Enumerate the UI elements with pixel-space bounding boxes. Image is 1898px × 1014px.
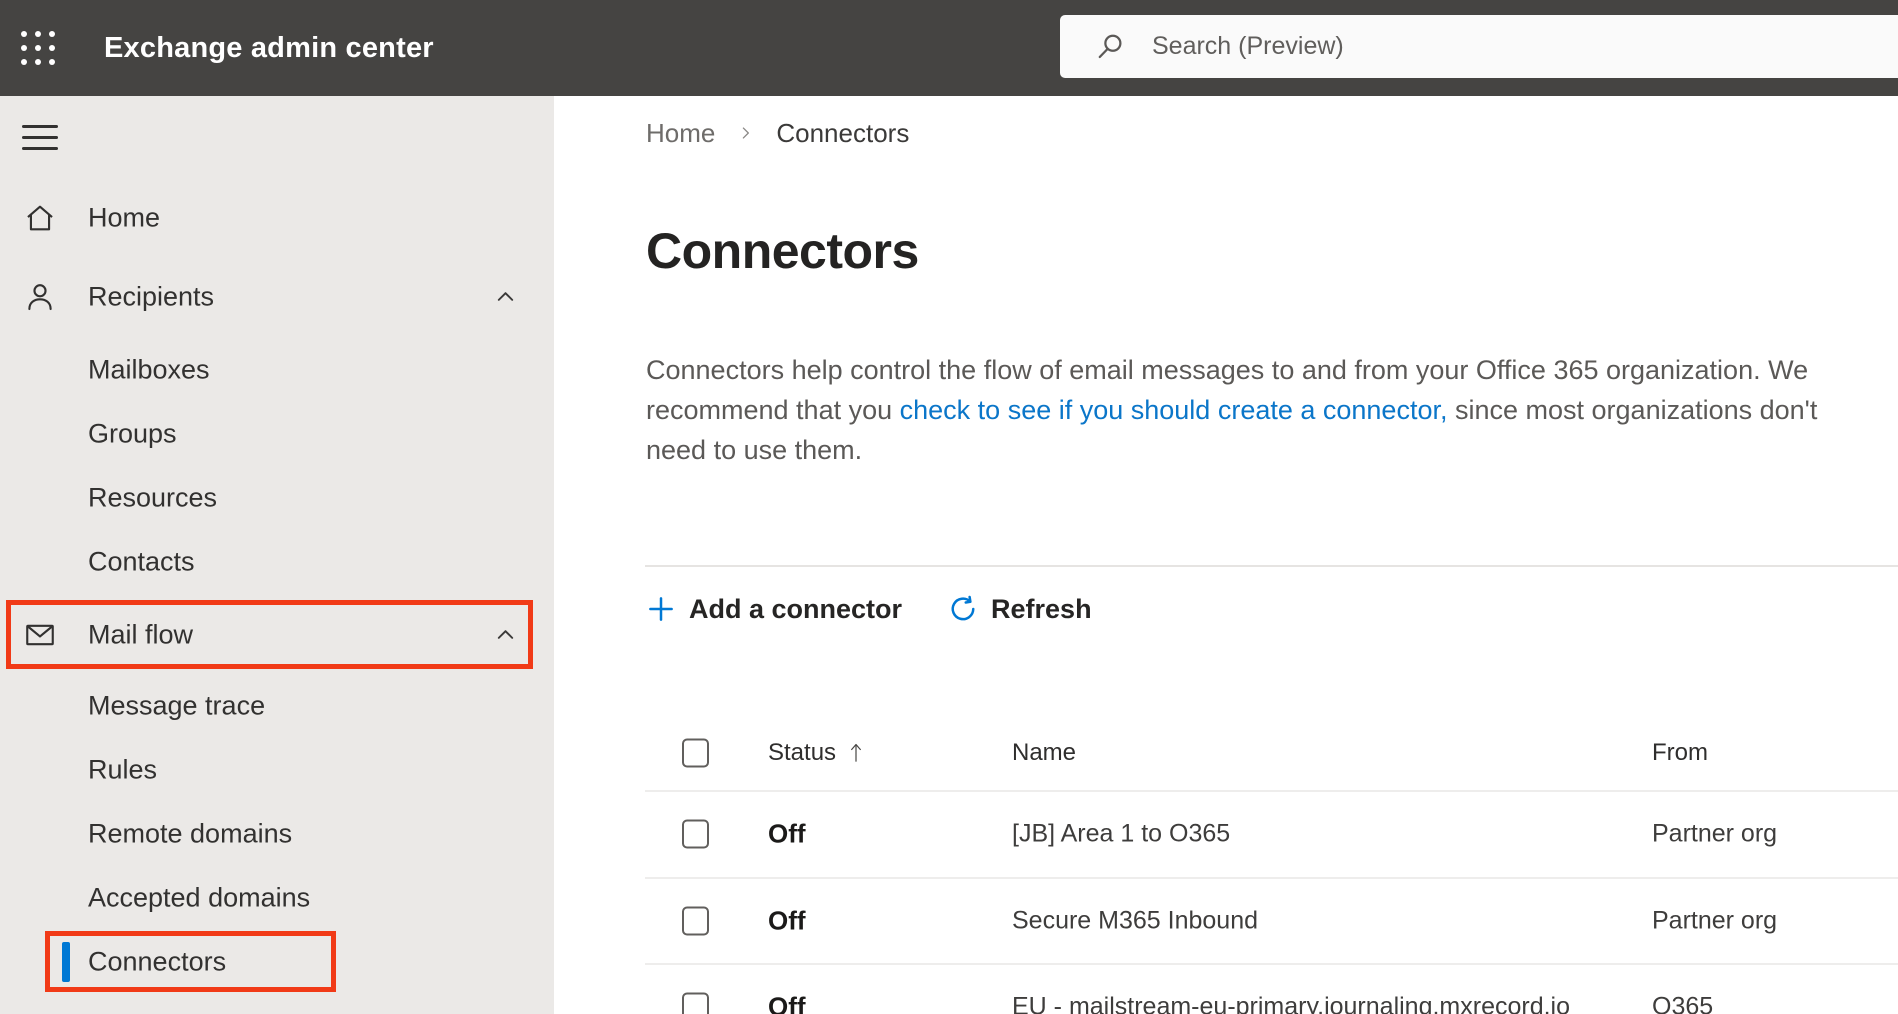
row-checkbox[interactable] <box>682 992 709 1014</box>
row-status: Off <box>768 818 806 849</box>
sidebar-item-label: Groups <box>88 418 177 449</box>
app-launcher-icon[interactable] <box>21 31 57 67</box>
table-row[interactable]: Off Secure M365 Inbound Partner org <box>554 878 1898 963</box>
column-header-from[interactable]: From <box>1652 739 1708 767</box>
row-checkbox[interactable] <box>682 906 709 935</box>
chevron-up-icon[interactable] <box>494 286 517 309</box>
row-from: Partner org <box>1652 819 1778 848</box>
sidebar-item-connectors[interactable]: Connectors <box>0 932 554 992</box>
column-header-name[interactable]: Name <box>1012 739 1076 767</box>
sort-ascending-icon <box>848 739 864 766</box>
sidebar-item-label: Connectors <box>88 946 227 977</box>
row-name[interactable]: EU - mailstream-eu-primary.journaling.mx… <box>1012 993 1570 1014</box>
app-title: Exchange admin center <box>104 32 434 64</box>
breadcrumb-home-link[interactable]: Home <box>646 118 715 149</box>
sidebar-item-remote-domains[interactable]: Remote domains <box>0 804 554 864</box>
chevron-right-icon <box>737 121 754 145</box>
command-bar: Add a connector Refresh <box>646 583 1092 635</box>
sidebar-item-recipients[interactable]: Recipients <box>0 267 554 327</box>
sidebar-item-label: Message trace <box>88 690 266 721</box>
row-status: Off <box>768 991 806 1014</box>
refresh-label: Refresh <box>991 593 1092 624</box>
sidebar-item-accepted-domains[interactable]: Accepted domains <box>0 868 554 928</box>
sidebar-item-home[interactable]: Home <box>0 188 554 248</box>
sidebar-item-label: Mail flow <box>88 619 194 650</box>
add-connector-button[interactable]: Add a connector <box>646 594 902 625</box>
add-connector-label: Add a connector <box>689 593 903 624</box>
table-header: Status Name From <box>554 715 1898 790</box>
sidebar-item-mail-flow[interactable]: Mail flow <box>0 605 554 665</box>
sidebar-item-label: Mailboxes <box>88 354 210 385</box>
select-all-checkbox[interactable] <box>682 738 709 767</box>
search-input[interactable] <box>1152 32 1792 61</box>
sidebar-item-groups[interactable]: Groups <box>0 404 554 464</box>
topbar: Exchange admin center <box>0 0 1898 96</box>
table-row[interactable]: Off [JB] Area 1 to O365 Partner org <box>554 791 1898 877</box>
row-from: Partner org <box>1652 906 1778 934</box>
sidebar-item-contacts[interactable]: Contacts <box>0 532 554 592</box>
create-connector-check-link[interactable]: check to see if you should create a conn… <box>900 395 1448 425</box>
sidebar-item-rules[interactable]: Rules <box>0 740 554 800</box>
refresh-icon <box>951 595 975 621</box>
row-name[interactable]: [JB] Area 1 to O365 <box>1012 820 1230 849</box>
main-content: Home Connectors Connectors Connectors he… <box>554 96 1898 1014</box>
search-icon <box>1096 32 1126 62</box>
selected-indicator <box>62 942 70 982</box>
toolbar-top-divider <box>645 565 1898 567</box>
sidebar-item-label: Recipients <box>88 281 215 312</box>
row-from: O365 <box>1652 992 1714 1014</box>
sidebar-item-resources[interactable]: Resources <box>0 468 554 528</box>
row-checkbox[interactable] <box>682 819 709 849</box>
sidebar: Home Recipients Mailboxes Groups Resourc… <box>0 96 554 1014</box>
row-status: Off <box>768 905 806 935</box>
sidebar-item-mailboxes[interactable]: Mailboxes <box>0 340 554 400</box>
menu-toggle-button[interactable] <box>22 125 58 150</box>
person-icon <box>23 280 57 314</box>
refresh-button[interactable]: Refresh <box>948 594 1092 625</box>
sidebar-item-label: Resources <box>88 482 218 513</box>
plus-icon <box>649 597 673 621</box>
chevron-up-icon[interactable] <box>494 624 517 647</box>
breadcrumb-current: Connectors <box>776 117 910 148</box>
sidebar-item-label: Accepted domains <box>88 882 311 913</box>
sidebar-item-message-trace[interactable]: Message trace <box>0 676 554 736</box>
sidebar-item-label: Home <box>88 202 161 233</box>
mail-icon <box>23 618 57 652</box>
breadcrumb: Home Connectors <box>646 116 909 150</box>
sidebar-item-label: Remote domains <box>88 818 293 849</box>
home-icon <box>23 201 57 235</box>
sidebar-item-label: Contacts <box>88 546 195 577</box>
page-description: Connectors help control the flow of emai… <box>646 350 1898 470</box>
exchange-admin-center-window: Exchange admin center Home <box>0 0 1898 1014</box>
table-row[interactable]: Off EU - mailstream-eu-primary.journalin… <box>554 964 1898 1014</box>
search-box[interactable] <box>1060 15 1898 78</box>
sidebar-item-label: Rules <box>88 754 158 785</box>
column-header-status[interactable]: Status <box>768 739 864 767</box>
page-title: Connectors <box>646 223 919 279</box>
row-name[interactable]: Secure M365 Inbound <box>1012 906 1258 935</box>
